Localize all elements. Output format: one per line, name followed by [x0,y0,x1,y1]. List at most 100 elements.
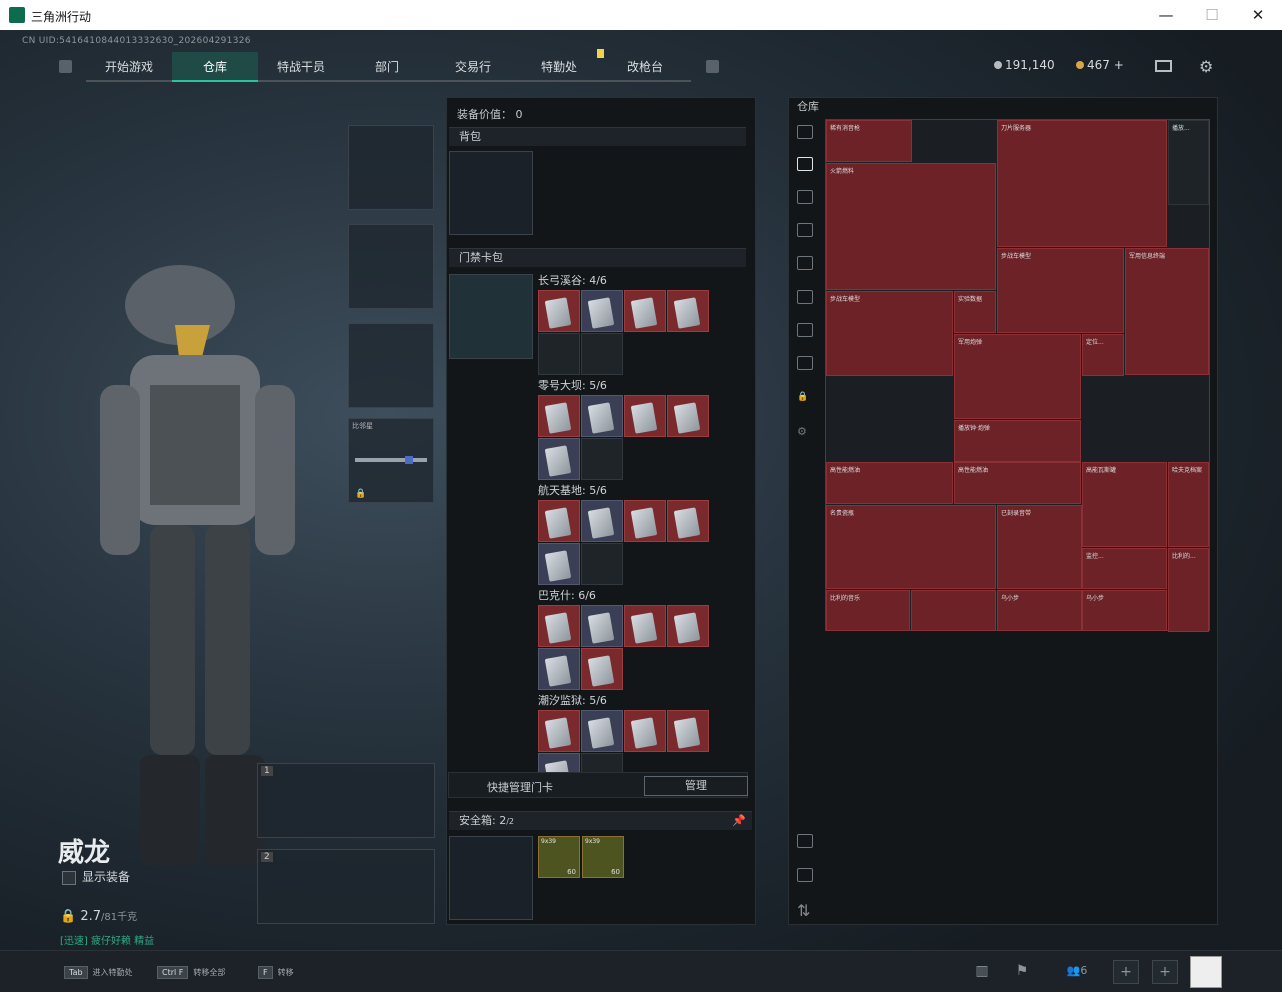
keycard-item[interactable] [538,648,580,690]
show-gear-checkbox[interactable] [62,870,76,885]
stash-item[interactable]: 实验数据 [954,291,996,333]
stash-item[interactable] [911,590,996,631]
tab-special-ops[interactable]: 特勤处 [516,52,602,82]
pin-icon[interactable]: 📌 [732,812,746,830]
stash-item[interactable]: 比利的... [1168,548,1209,632]
keycard-item[interactable] [538,543,580,585]
tab-trading[interactable]: 交易行 [430,52,516,82]
keycard-item[interactable] [581,710,623,752]
stash-tab-5-icon[interactable] [797,290,813,304]
stash-all-icon[interactable] [797,125,813,139]
keycard-item[interactable] [624,605,666,647]
add-slot-1-button[interactable]: + [1113,960,1139,984]
minimize-button[interactable]: — [1151,4,1181,26]
stash-item[interactable]: 步战车模型 [997,248,1124,333]
keycard-case-slot[interactable] [449,274,533,359]
stash-tab-7-icon[interactable] [797,356,813,370]
stash-tab-6-icon[interactable] [797,323,813,337]
stash-item[interactable]: 火箭燃料 [826,163,996,290]
player-avatar[interactable] [1190,956,1222,988]
melee-weapon-slot[interactable]: 比邻星 🔒 [348,418,434,503]
stash-item[interactable]: 高能瓦斯罐 [1082,462,1167,547]
stash-item[interactable]: 高性能燃油 [826,462,953,504]
stash-tab-3-icon[interactable] [797,223,813,237]
safe-box-slot[interactable] [449,836,533,920]
tab-operators[interactable]: 特战干员 [258,52,344,82]
friends-icon[interactable]: 👥6 [1059,960,1095,984]
keycard-item[interactable] [624,395,666,437]
pistol-slot[interactable] [348,323,434,408]
stash-lock-icon[interactable]: 🔒 [797,392,813,406]
keycard-item[interactable] [667,710,709,752]
backpack-slot[interactable] [449,151,533,235]
stash-item[interactable]: 乌小步 [997,590,1082,631]
flag-icon[interactable]: ⚑ [1009,960,1035,984]
keycard-empty-slot[interactable] [581,543,623,585]
keycard-empty-slot[interactable] [581,333,623,375]
tab-department[interactable]: 部门 [344,52,430,82]
maximize-button[interactable]: ☐ [1197,4,1227,26]
stash-item[interactable]: 稀有消音枪 [826,120,912,162]
stash-layers-icon[interactable] [797,868,813,882]
keycard-item[interactable] [624,710,666,752]
keycard-item[interactable] [581,605,623,647]
settings-gear-icon[interactable]: ⚙ [1199,57,1213,76]
stash-transfer-icon[interactable]: ⇅ [797,901,813,920]
stats-icon[interactable]: ▥ [969,960,995,984]
keycard-item[interactable] [581,290,623,332]
tab-warehouse[interactable]: 仓库 [172,52,258,82]
nav-next-button[interactable] [706,60,719,73]
hint-transfer[interactable]: F 转移 [258,966,294,979]
tab-gunsmith[interactable]: 改枪台 [602,52,688,82]
keycard-item[interactable] [538,395,580,437]
keycard-item[interactable] [624,290,666,332]
keycard-empty-slot[interactable] [581,438,623,480]
keycard-item[interactable] [581,648,623,690]
keycard-item[interactable] [624,500,666,542]
stash-item[interactable]: 军用信息终端 [1125,248,1209,375]
keycard-item[interactable] [667,290,709,332]
stash-tab-2-icon[interactable] [797,190,813,204]
stash-item[interactable]: 名贵瓷瓶 [826,505,996,589]
keycard-item[interactable] [581,395,623,437]
manage-button[interactable]: 管理 [644,776,748,796]
stash-settings-icon[interactable]: ⚙ [797,425,813,439]
stash-item[interactable]: 播放... [1168,120,1209,205]
keycard-item[interactable] [538,438,580,480]
stash-item[interactable]: 播放钟·炮弹 [954,420,1081,462]
gold-currency[interactable]: 467 + [1076,58,1124,72]
stash-item[interactable]: 乌小步 [1082,590,1167,631]
stash-item[interactable]: 定位... [1082,334,1124,376]
keycard-empty-slot[interactable] [538,333,580,375]
stash-item[interactable]: 已刻录音带 [997,505,1082,589]
primary-weapon-slot-1[interactable]: 1 [257,763,435,838]
stash-item[interactable]: 比利的音乐 [826,590,910,631]
keycard-item[interactable] [667,395,709,437]
keycard-item[interactable] [667,500,709,542]
keycard-item[interactable] [667,605,709,647]
stash-tab-1-icon[interactable] [797,157,813,171]
hint-transfer-all[interactable]: Ctrl F 转移全部 [157,966,225,979]
stash-item[interactable]: 步战车模型 [826,291,953,376]
nav-prev-button[interactable] [59,60,72,73]
safe-item-ammo-2[interactable]: 9x39 60 [582,836,624,878]
primary-weapon-slot-2[interactable]: 2 [257,849,435,924]
keycard-item[interactable] [538,290,580,332]
add-slot-2-button[interactable]: + [1152,960,1178,984]
keycard-item[interactable] [538,500,580,542]
hint-special-ops[interactable]: Tab 进入特勤处 [64,966,133,979]
keycard-item[interactable] [538,710,580,752]
tab-start-game[interactable]: 开始游戏 [86,52,172,82]
stash-tab-4-icon[interactable] [797,256,813,270]
stash-item[interactable]: 刀片服务器 [997,120,1167,247]
show-gear-toggle[interactable]: 显示装备 [62,868,130,885]
keycard-item[interactable] [581,500,623,542]
keycard-item[interactable] [538,605,580,647]
armor-slot[interactable] [348,224,434,309]
close-button[interactable]: ✕ [1243,4,1273,26]
stash-item[interactable]: 哈夫克档案 [1168,462,1209,547]
stash-item[interactable]: 军用炮弹 [954,334,1081,419]
stash-item[interactable]: 监控... [1082,548,1167,589]
safe-item-ammo-1[interactable]: 9x39 60 [538,836,580,878]
mail-icon[interactable] [1155,60,1172,72]
